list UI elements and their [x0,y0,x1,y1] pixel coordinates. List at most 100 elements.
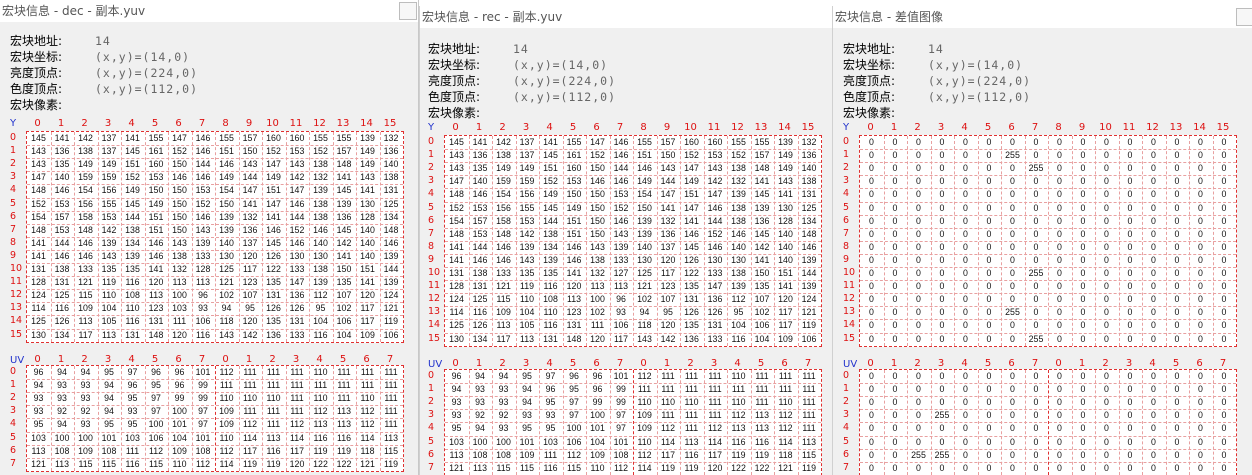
pixel-cell: 114 [778,436,793,447]
pixel-cell: 155 [101,198,117,209]
pixel-cell: 117 [778,320,793,331]
pixel-cell: 110 [360,393,375,404]
pixel-cell: 0 [1151,176,1156,187]
window-title-bar[interactable]: 宏块信息 - rec - 副本.yuv [420,6,832,28]
pixel-cell: 135 [336,277,352,288]
pixel-cell: 95 [151,380,161,391]
column-header: 1 [475,122,483,133]
pixel-cell: 153 [289,146,305,157]
column-header: 13 [1169,122,1183,133]
column-header: 4 [546,122,553,133]
pixel-cell: 0 [1198,320,1203,331]
pixel-cell: 151 [566,228,582,239]
pixel-cell: 120 [242,316,258,327]
luma-label: 亮度顶点: [843,74,896,88]
close-button[interactable] [1236,8,1252,26]
pixel-cell: 0 [1198,137,1203,147]
pixel-cell: 147 [449,176,464,187]
pixel-cell: 95 [127,393,138,404]
pixel-cell: 113 [449,449,464,460]
pixel-cell: 111 [755,384,769,395]
pixel-cell: 101 [195,367,211,377]
column-header: 4 [128,118,135,129]
pixel-cell: 0 [1174,150,1180,161]
pixel-cell: 0 [1221,371,1227,381]
pixel-cell: 0 [916,241,921,252]
pixel-cell: 0 [1010,294,1015,305]
pixel-cell: 131 [566,320,582,331]
pixel-cell: 109 [219,406,234,417]
pixel-cell: 113 [383,432,399,443]
pixel-cell: 150 [148,185,164,196]
pixel-cell: 0 [1127,462,1133,473]
pixel-cell: 0 [916,397,921,408]
window-rec: 宏块信息 - rec - 副本.yuv 宏块地址: 14 宏块坐标: (x,y)=(… [419,6,832,475]
pixel-cell: 144 [242,172,258,183]
pixel-cell: 111 [337,367,351,377]
pixel-cell: 110 [637,397,652,408]
pixel-cell: 115 [496,294,511,305]
pixel-cell: 132 [313,172,328,183]
pixel-cell: 117 [360,303,375,314]
pixel-cell: 0 [892,320,898,331]
pixel-cell: 141 [125,133,140,143]
pixel-cell: 0 [1151,137,1156,147]
pixel-cell: 99 [616,397,626,408]
pixel-cell: 0 [1198,333,1203,344]
pixel-cell: 0 [1057,228,1062,239]
pixel-cell: 143 [101,250,117,261]
pixel-cell: 0 [1080,320,1086,331]
pixel-cell: 108 [195,445,211,456]
pixel-cell: 140 [219,237,234,248]
pixel-cell: 128 [31,277,46,288]
window-title-bar[interactable]: 宏块信息 - 差值图像 [833,6,1252,28]
grid-line [703,370,705,475]
pixel-cell: 150 [637,202,652,213]
pixel-cell: 93 [475,384,485,395]
pixel-cell: 116 [336,432,352,443]
pixel-cell: 112 [566,449,582,460]
pixel-cell: 113 [801,436,817,447]
pixel-cell: 0 [1174,228,1180,239]
pixel-cell: 114 [242,432,258,443]
pixel-cell: 139 [383,250,399,261]
pixel-cell: 136 [684,333,699,344]
pixel-cell: 145 [336,185,352,196]
pixel-cell: 146 [731,228,746,239]
pixel-cell: 142 [754,241,770,252]
pixel-cell: 111 [684,410,699,421]
pixel-cell: 113 [519,333,535,344]
pixel-cell: 0 [986,176,992,187]
pixel-cell: 94 [80,367,91,377]
pixel-cell: 142 [336,237,352,248]
pixel-cell: 0 [1221,189,1227,200]
pixel-cell: 0 [1221,462,1227,473]
pixel-cell: 101 [519,436,535,447]
pixel-cell: 0 [1010,449,1015,460]
pixel-cell: 0 [1174,281,1180,292]
pixel-cell: 0 [1198,410,1203,421]
pixel-cell: 0 [1010,137,1015,147]
pixel-cell: 138 [496,150,511,161]
close-button[interactable] [399,2,417,20]
pixel-cell: 151 [566,215,582,226]
pixel-cell: 135 [266,277,281,288]
pixel-cell: 113 [54,458,70,469]
pixel-cell: 0 [1198,241,1203,252]
row-header: 7 [843,227,850,239]
grid-line [191,132,193,342]
pixel-cell: 0 [1151,371,1156,381]
pixel-cell: 142 [519,228,535,239]
pixel-cell: 148 [449,189,464,200]
pixel-cell: 0 [1127,189,1133,200]
pixel-cell: 0 [1198,397,1203,408]
pixel-cell: 148 [496,228,511,239]
pixel-cell: 111 [337,380,351,391]
pixel-cell: 111 [384,380,398,391]
pixel-cell: 124 [449,294,464,305]
grid-line [1142,136,1143,346]
window-title-bar[interactable]: 宏块信息 - dec - 副本.yuv [0,0,418,22]
column-header: 14 [360,118,373,129]
pixel-cell: 111 [266,380,281,391]
pixel-cell: 117 [496,333,511,344]
